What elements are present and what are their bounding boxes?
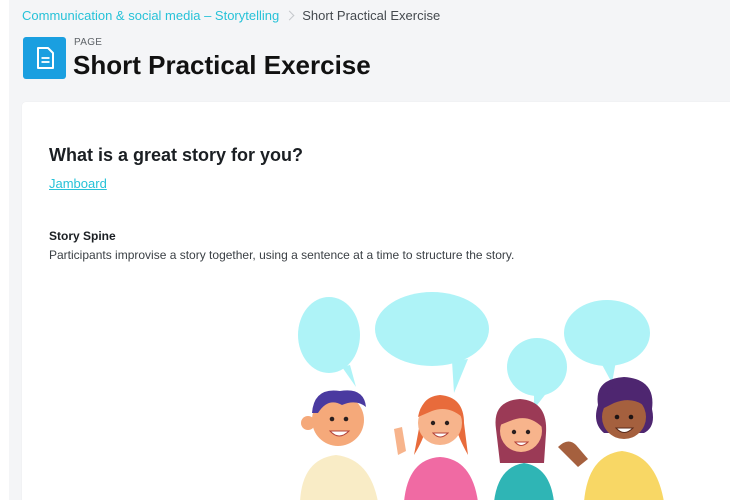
speech-bubble-4 [564,300,650,366]
content-card: What is a great story for you? Jamboard … [22,102,730,500]
breadcrumb: Communication & social media – Storytell… [22,8,440,23]
jamboard-link[interactable]: Jamboard [49,176,107,191]
page-type-label: PAGE [74,37,103,48]
breadcrumb-current: Short Practical Exercise [302,8,441,23]
story-spine-title: Story Spine [49,229,116,243]
breadcrumb-parent-link[interactable]: Communication & social media – Storytell… [22,8,279,23]
person-1-figure [300,390,378,500]
person-4-figure [558,377,664,500]
speech-bubble-3 [507,338,567,396]
page-title: Short Practical Exercise [73,50,371,80]
breadcrumb-chevron-icon [284,10,295,21]
person-3-figure [494,399,554,500]
section-heading: What is a great story for you? [49,145,304,165]
person-2-figure [394,395,478,500]
document-icon [23,37,66,79]
left-edge-strip [0,0,9,500]
story-spine-description: Participants improvise a story together,… [49,248,515,262]
storytelling-illustration [298,292,664,500]
speech-bubble-1 [298,297,360,373]
speech-bubble-2 [375,292,489,366]
